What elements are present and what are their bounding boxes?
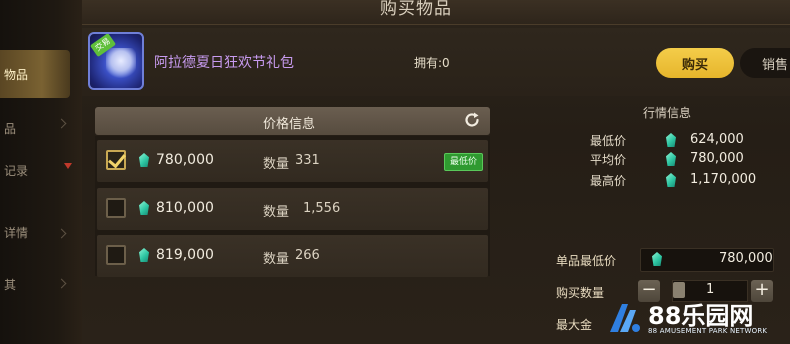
row-qty: 266 — [295, 248, 320, 263]
nav-item-label: 品 — [4, 121, 17, 136]
row-price: 810,000 — [156, 200, 214, 216]
unit-price-label: 单品最低价 — [556, 254, 617, 268]
item-figure — [106, 48, 136, 80]
purchase-qty-label: 购买数量 — [556, 286, 605, 300]
row-qty-label: 数量 — [263, 252, 290, 267]
price-list-title: 价格信息 — [263, 117, 316, 132]
tab-sell-label: 销售 — [762, 57, 789, 73]
watermark-subtitle: 88 AMUSEMENT PARK NETWORK — [648, 327, 768, 335]
row-price: 780,000 — [156, 152, 214, 168]
price-row[interactable]: 819,000 数量 266 — [97, 235, 488, 277]
row-qty-label: 数量 — [263, 157, 290, 172]
page-title: 购买物品 — [380, 0, 452, 19]
tab-buy-label: 购买 — [681, 57, 708, 73]
price-row[interactable]: 810,000 数量 1,556 — [97, 188, 488, 230]
nav-item-label: 记录 — [4, 163, 29, 178]
market-min-value: 624,000 — [690, 132, 744, 147]
unit-price-value: 780,000 — [719, 251, 773, 266]
row-checkbox[interactable] — [106, 198, 126, 218]
tab-buy[interactable]: 购买 — [656, 48, 734, 78]
nav-item-goods[interactable]: 物品 — [0, 50, 70, 98]
nav-item-label: 其 — [4, 277, 17, 292]
row-price: 819,000 — [156, 247, 214, 263]
max-amount-label: 最大金 — [556, 318, 593, 332]
market-min-label: 最低价 — [590, 134, 627, 148]
row-checkbox[interactable] — [106, 245, 126, 265]
watermark-text: 88乐园网 — [648, 302, 754, 330]
nav-item-category[interactable]: 品 — [0, 104, 70, 152]
nav-item-label: 详情 — [4, 225, 29, 240]
quantity-value: 1 — [706, 282, 715, 297]
market-max-value: 1,170,000 — [690, 172, 757, 187]
row-qty: 1,556 — [303, 201, 341, 216]
item-name: 阿拉德夏日狂欢节礼包 — [154, 55, 294, 71]
market-max-label: 最高价 — [590, 174, 627, 188]
nav-item-label: 物品 — [4, 67, 29, 82]
lowest-price-badge: 最低价 — [444, 153, 484, 171]
tab-sell[interactable]: 销售 — [740, 48, 790, 78]
market-avg-label: 平均价 — [590, 153, 627, 167]
refresh-icon[interactable] — [463, 111, 481, 129]
price-row[interactable]: 780,000 数量 331 最低价 — [97, 140, 488, 182]
site-logo-icon — [610, 304, 640, 332]
qty-increase-button[interactable]: + — [751, 280, 773, 302]
row-qty-label: 数量 — [263, 205, 290, 220]
row-qty: 331 — [295, 153, 320, 168]
market-avg-value: 780,000 — [690, 151, 744, 166]
gem-currency-icon — [139, 248, 149, 262]
gem-currency-icon — [139, 153, 149, 167]
left-nav: 物品 品 记录 详情 其 — [0, 0, 83, 344]
nav-item-records[interactable]: 记录 — [0, 146, 70, 194]
owned-count: 拥有:0 — [414, 56, 450, 70]
notification-dot-icon — [64, 163, 72, 169]
row-checkbox[interactable] — [106, 149, 126, 170]
market-info-title: 行情信息 — [643, 106, 692, 120]
check-icon — [108, 149, 126, 169]
gift-package-icon[interactable]: 交易 — [88, 32, 144, 90]
gem-currency-icon — [139, 201, 149, 215]
